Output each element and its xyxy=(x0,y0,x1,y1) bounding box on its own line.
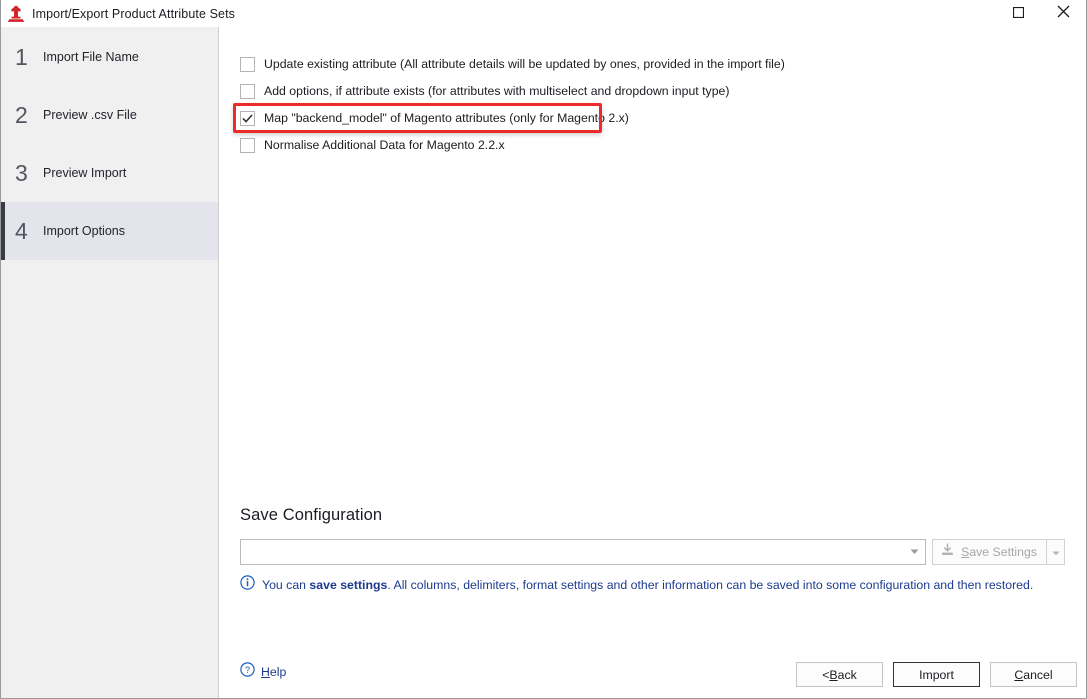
window-title: Import/Export Product Attribute Sets xyxy=(32,6,235,21)
sidebar-step-import-file-name[interactable]: 1 Import File Name xyxy=(1,28,218,86)
step-label: Preview Import xyxy=(43,166,127,180)
dialog-footer: ? Help < Back Import Cancel xyxy=(219,642,1086,698)
save-settings-label: Save Settings xyxy=(961,545,1037,559)
back-label-post: ack xyxy=(837,667,857,682)
option-row-normalise-additional-data[interactable]: Normalise Additional Data for Magento 2.… xyxy=(240,135,1076,155)
wizard-steps-sidebar: 1 Import File Name 2 Preview .csv File 3… xyxy=(1,27,219,698)
cancel-label-post: ancel xyxy=(1023,667,1053,682)
checkbox-update-existing-attribute[interactable] xyxy=(240,56,255,72)
save-settings-info-text: You can save settings. All columns, deli… xyxy=(262,578,1033,592)
maximize-icon xyxy=(1012,5,1025,23)
checkbox-map-backend-model[interactable] xyxy=(240,110,255,126)
help-accel: H xyxy=(261,665,270,679)
sidebar-step-preview-import[interactable]: 3 Preview Import xyxy=(1,144,218,202)
step-number: 4 xyxy=(15,217,28,244)
step-label: Preview .csv File xyxy=(43,108,137,122)
back-accel: B xyxy=(829,667,838,682)
import-button[interactable]: Import xyxy=(893,662,980,687)
step-number: 2 xyxy=(15,101,28,128)
save-settings-label-rest: ave Settings xyxy=(969,545,1037,559)
info-text-bold: save settings xyxy=(309,578,388,592)
option-row-update-existing-attribute[interactable]: Update existing attribute (All attribute… xyxy=(240,54,1076,74)
main-panel: Update existing attribute (All attribute… xyxy=(219,27,1086,698)
window-controls xyxy=(996,0,1086,27)
option-label: Add options, if attribute exists (for at… xyxy=(264,84,730,98)
back-label-pre: < xyxy=(822,667,830,682)
dialog-body: 1 Import File Name 2 Preview .csv File 3… xyxy=(1,27,1086,698)
maximize-button[interactable] xyxy=(996,0,1041,27)
step-number: 1 xyxy=(15,43,28,70)
sidebar-step-preview-csv-file[interactable]: 2 Preview .csv File xyxy=(1,86,218,144)
dialog-window: Import/Export Product Attribute Sets 1 I… xyxy=(0,0,1087,699)
check-icon xyxy=(242,113,253,123)
import-options-list: Update existing attribute (All attribute… xyxy=(233,54,1076,162)
help-label: Help xyxy=(261,665,286,679)
option-label: Update existing attribute (All attribute… xyxy=(264,57,785,71)
close-icon xyxy=(1057,5,1070,23)
chevron-down-icon xyxy=(1052,543,1060,561)
sidebar-step-import-options[interactable]: 4 Import Options xyxy=(1,202,218,260)
save-configuration-title: Save Configuration xyxy=(240,506,383,524)
info-icon xyxy=(240,575,255,595)
info-text-post: . All columns, delimiters, format settin… xyxy=(387,578,1034,592)
footer-buttons: < Back Import Cancel xyxy=(796,662,1077,687)
save-settings-button[interactable]: Save Settings xyxy=(932,539,1046,565)
cancel-accel: C xyxy=(1014,667,1024,682)
close-button[interactable] xyxy=(1041,0,1086,27)
back-button[interactable]: < Back xyxy=(796,662,883,687)
step-label: Import Options xyxy=(43,224,125,238)
configuration-combobox[interactable] xyxy=(240,539,927,565)
svg-text:?: ? xyxy=(245,665,250,676)
checkbox-normalise-additional-data[interactable] xyxy=(240,137,255,153)
help-link[interactable]: ? Help xyxy=(240,662,286,682)
magento-anvil-icon xyxy=(5,4,27,24)
save-settings-info-line: You can save settings. All columns, deli… xyxy=(240,575,1065,595)
title-bar: Import/Export Product Attribute Sets xyxy=(1,0,1086,27)
save-download-icon xyxy=(940,542,955,562)
option-label: Map "backend_model" of Magento attribute… xyxy=(264,111,629,125)
step-label: Import File Name xyxy=(43,50,139,64)
import-label: Import xyxy=(919,667,954,682)
info-text-pre: You can xyxy=(262,578,310,592)
help-circle-icon: ? xyxy=(240,662,255,682)
option-label: Normalise Additional Data for Magento 2.… xyxy=(264,138,505,152)
save-configuration-row: Save Settings xyxy=(240,539,1065,565)
configuration-name-input[interactable] xyxy=(241,540,904,564)
step-number: 3 xyxy=(15,159,28,186)
save-settings-dropdown-button[interactable] xyxy=(1046,539,1065,565)
help-label-rest: elp xyxy=(269,665,287,679)
option-row-add-options-if-attribute-exists[interactable]: Add options, if attribute exists (for at… xyxy=(240,81,1076,101)
save-configuration-section: Save Configuration Save Settings You can… xyxy=(240,506,1065,595)
cancel-button[interactable]: Cancel xyxy=(990,662,1077,687)
chevron-down-icon[interactable] xyxy=(903,549,925,555)
checkbox-add-options-if-attribute-exists[interactable] xyxy=(240,83,255,99)
option-row-map-backend-model[interactable]: Map "backend_model" of Magento attribute… xyxy=(233,103,1076,133)
